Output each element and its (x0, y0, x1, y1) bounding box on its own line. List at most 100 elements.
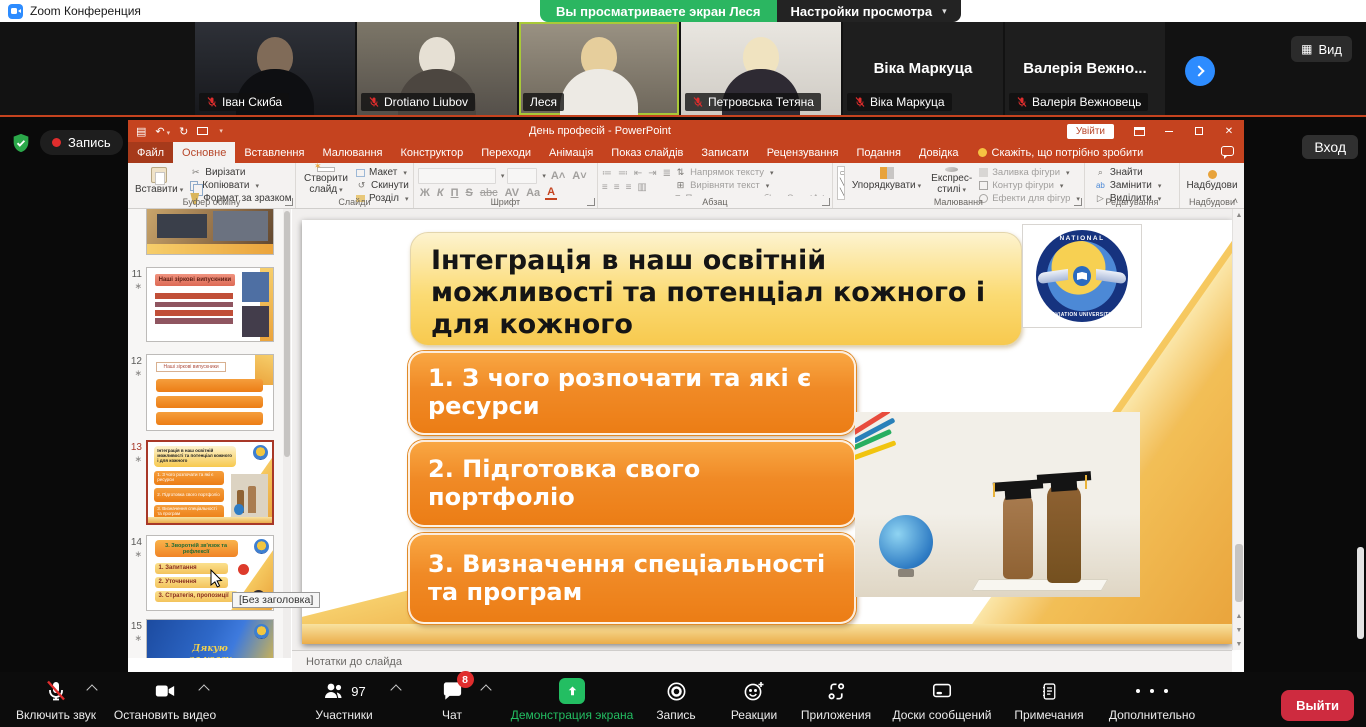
tab-slideshow[interactable]: Показ слайдів (602, 142, 692, 163)
layout-button[interactable]: Макет▾ (356, 167, 409, 178)
participant-tile-ivan[interactable]: Іван Скиба (195, 22, 355, 115)
tab-review[interactable]: Рецензування (758, 142, 848, 163)
record-button[interactable]: Запись (648, 678, 704, 722)
chat-options-chevron[interactable] (480, 684, 491, 695)
slide-bullet-2[interactable]: 2. Підготовка свого портфоліо (408, 440, 856, 527)
indent-right-icon[interactable]: ⇥ (648, 168, 656, 179)
view-options-dropdown[interactable]: Настройки просмотра ▾ (777, 0, 961, 22)
graduation-photo[interactable] (855, 412, 1140, 597)
view-button[interactable]: ▦ Вид (1291, 36, 1352, 62)
align-center-icon[interactable]: ≡ (614, 182, 620, 193)
shape-fill-button[interactable]: Заливка фігури▾ (979, 167, 1080, 178)
undo-icon[interactable]: ↶▾ (155, 125, 170, 138)
tab-file[interactable]: Файл (128, 142, 173, 163)
tab-draw[interactable]: Малювання (313, 142, 391, 163)
arrange-button[interactable]: Упорядкувати▾ (849, 166, 924, 196)
align-left-icon[interactable]: ≡ (602, 182, 608, 193)
participant-tile-petrovska[interactable]: Петровська Тетяна (681, 22, 841, 115)
slide-bullet-1[interactable]: 1. З чого розпочати та які є ресурси (408, 351, 856, 435)
dialog-launcher-icon[interactable] (285, 198, 293, 206)
align-text-button[interactable]: ⊞Вирівняти текст▾ (675, 180, 828, 191)
addins-button[interactable]: Надбудови (1184, 166, 1240, 192)
numbering-icon[interactable]: ≕ (618, 168, 628, 179)
reset-button[interactable]: ↺Скинути (356, 180, 409, 191)
scroll-down-icon[interactable]: ▼ (1233, 641, 1245, 648)
participants-button[interactable]: 97 Участники (296, 678, 392, 722)
shrink-font-button[interactable]: A˅ (570, 170, 588, 182)
comments-icon[interactable] (1221, 146, 1234, 156)
replace-button[interactable]: abЗамінити▾ (1095, 180, 1175, 191)
indent-left-icon[interactable]: ⇤ (634, 168, 642, 179)
save-icon[interactable]: ▤ (136, 125, 146, 138)
slide-bullet-3[interactable]: 3. Визначення спеціальності та програм (408, 533, 856, 624)
reactions-button[interactable]: Реакции (722, 678, 786, 722)
tab-transitions[interactable]: Переходи (472, 142, 540, 163)
tab-home[interactable]: Основне (173, 142, 235, 163)
smartart-button[interactable]: ⧉Перетворити на об'єкт SmartArt▾ (675, 193, 828, 196)
right-panel-label[interactable]: Вход (1302, 135, 1358, 159)
copy-button[interactable]: Копіювати▾ (190, 180, 291, 191)
ribbon-options-icon[interactable] (1124, 120, 1154, 142)
scrollbar-thumb[interactable] (1235, 544, 1243, 602)
font-size-combo[interactable] (507, 168, 537, 184)
dialog-launcher-icon[interactable] (1074, 198, 1082, 206)
dialog-launcher-icon[interactable] (822, 198, 830, 206)
align-right-icon[interactable]: ≡ (626, 182, 632, 193)
paste-button[interactable]: Вставити▾ (132, 166, 186, 196)
participant-tile-lesya-active-speaker[interactable]: Леся (519, 22, 679, 115)
sign-in-button[interactable]: Увійти (1067, 124, 1114, 139)
share-screen-button[interactable]: Демонстрация экрана (498, 678, 646, 722)
stop-video-button[interactable]: Остановить видео (106, 678, 224, 722)
next-slide-icon[interactable]: ▼ (1233, 627, 1245, 634)
thumbnail-slide-13-selected[interactable]: Інтеграція в наш освітній можливості та … (146, 440, 274, 525)
font-name-combo[interactable] (418, 168, 496, 184)
grow-font-button[interactable]: A˄ (549, 170, 567, 182)
tab-animations[interactable]: Анімація (540, 142, 602, 163)
scroll-up-icon[interactable]: ▲ (1233, 212, 1245, 219)
tab-record[interactable]: Записати (692, 142, 757, 163)
thumbnail-slide-10[interactable] (146, 209, 274, 255)
thumbnail-slide-15[interactable]: Дякую за увагу (146, 619, 274, 658)
more-button[interactable]: Дополнительно (1100, 678, 1204, 722)
tab-design[interactable]: Конструктор (391, 142, 472, 163)
bullets-icon[interactable]: ≔ (602, 168, 612, 179)
thumbnail-scrollbar[interactable] (283, 209, 291, 658)
notes-button[interactable]: Примечания (1006, 678, 1092, 722)
ppt-minimize-button[interactable] (1154, 120, 1184, 142)
tab-help[interactable]: Довідка (910, 142, 968, 163)
collapse-ribbon-icon[interactable]: ˄ (1233, 196, 1238, 206)
text-direction-button[interactable]: ⇅Напрямок тексту▾ (675, 167, 828, 178)
tab-insert[interactable]: Вставлення (235, 142, 313, 163)
slide-scrollbar[interactable]: ▲ ▲ ▼ ▼ (1232, 209, 1244, 650)
whiteboards-button[interactable]: Доски сообщений (886, 678, 998, 722)
participant-tile-valeria[interactable]: Валерія Вежно... Валерія Вежновець (1005, 22, 1165, 115)
tell-me-box[interactable]: Скажіть, що потрібно зробити (978, 147, 1144, 159)
apps-button[interactable]: Приложения (794, 678, 878, 722)
next-participants-button[interactable] (1185, 56, 1215, 86)
university-logo[interactable]: NATIONAL AVIATION UNIVERSITY (1022, 224, 1142, 328)
chat-button[interactable]: 8 Чат (424, 678, 480, 722)
dialog-launcher-icon[interactable] (587, 198, 595, 206)
redo-icon[interactable]: ↻ (179, 125, 188, 138)
line-spacing-icon[interactable]: ≣ (663, 168, 671, 179)
previous-slide-icon[interactable]: ▲ (1233, 613, 1245, 620)
notes-pane[interactable]: Нотатки до слайда (292, 650, 1232, 672)
tab-view[interactable]: Подання (848, 142, 910, 163)
quick-styles-button[interactable]: Експрес-стилі▾ (928, 166, 975, 196)
security-shield-icon[interactable] (10, 131, 32, 160)
shape-gallery[interactable]: ▭╲╲▭◯▭△⌐⇨⇩▱☆{} (837, 166, 845, 200)
leave-meeting-button[interactable]: Выйти (1281, 690, 1354, 721)
find-button[interactable]: ⌕Знайти (1095, 167, 1175, 178)
ppt-restore-button[interactable] (1184, 120, 1214, 142)
shape-outline-button[interactable]: Контур фігури▾ (979, 180, 1080, 191)
cut-button[interactable]: ✂Вирізати (190, 167, 291, 178)
edge-scrollbar[interactable] (1357, 547, 1364, 639)
ppt-close-button[interactable]: ✕ (1214, 120, 1244, 142)
new-slide-button[interactable]: Створити слайд▾ (300, 166, 352, 196)
thumbnail-slide-12[interactable]: Наші зіркові випускники (146, 354, 274, 431)
unmute-button[interactable]: Включить звук (8, 678, 104, 722)
start-slideshow-icon[interactable] (197, 127, 208, 135)
participant-tile-drotiano[interactable]: Drotiano Liubov (357, 22, 517, 115)
customize-qat-icon[interactable]: ▾ (219, 127, 223, 135)
thumbnail-slide-11[interactable]: Наші зіркові випускники (146, 267, 274, 342)
